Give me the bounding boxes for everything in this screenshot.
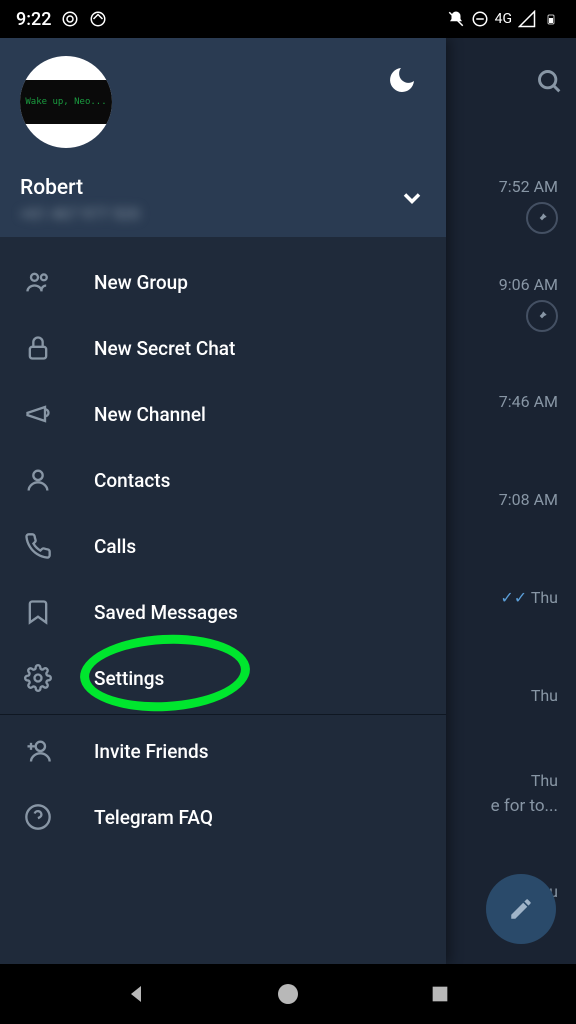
menu-label: Calls (94, 535, 136, 558)
pinned-icon (526, 202, 558, 234)
notifications-off-icon (447, 10, 465, 28)
signal-icon (518, 10, 536, 28)
menu-label: Telegram FAQ (94, 806, 213, 829)
megaphone-icon (24, 400, 52, 428)
user-name: Robert (20, 176, 140, 200)
menu-item-new-channel[interactable]: New Channel (0, 381, 446, 447)
menu-label: Invite Friends (94, 740, 208, 763)
battery-icon (542, 10, 560, 28)
group-icon (24, 268, 52, 296)
avatar[interactable]: Wake up, Neo... (20, 56, 112, 148)
menu-item-saved-messages[interactable]: Saved Messages (0, 579, 446, 645)
menu-item-calls[interactable]: Calls (0, 513, 446, 579)
read-icon: ✓✓ (500, 588, 527, 607)
pinned-icon (526, 300, 558, 332)
chat-time: 7:08 AM (499, 490, 558, 509)
menu-label: Contacts (94, 469, 170, 492)
chevron-down-icon (398, 184, 426, 216)
invite-icon (24, 737, 52, 765)
menu-label: New Channel (94, 403, 206, 426)
chat-row[interactable]: ✓✓ Thu (446, 548, 564, 646)
menu-item-settings[interactable]: Settings (0, 645, 446, 711)
user-phone: +61 467 977 520 (20, 204, 140, 223)
gear-icon (24, 664, 52, 692)
back-button[interactable] (123, 981, 149, 1007)
help-icon (24, 803, 52, 831)
menu-label: New Group (94, 271, 188, 294)
divider (0, 714, 446, 715)
bookmark-icon (24, 598, 52, 626)
chat-time: 7:52 AM (499, 177, 558, 196)
night-mode-icon[interactable] (386, 64, 418, 100)
chat-row[interactable]: 7:08 AM (446, 450, 564, 548)
menu-item-new-secret-chat[interactable]: New Secret Chat (0, 315, 446, 381)
person-icon (24, 466, 52, 494)
lock-icon (24, 334, 52, 362)
drawer-header: Wake up, Neo... Robert +61 467 977 520 (0, 38, 446, 237)
menu-label: Settings (94, 667, 164, 690)
menu-label: New Secret Chat (94, 337, 235, 360)
recents-button[interactable] (427, 981, 453, 1007)
dnd-icon (471, 10, 489, 28)
clock: 9:22 (16, 9, 51, 30)
chat-time: Thu (531, 686, 558, 705)
chat-time: Thu (531, 771, 558, 790)
app-icon-2 (89, 10, 107, 28)
chat-time: 9:06 AM (499, 275, 558, 294)
chat-row[interactable]: Thu (446, 646, 564, 744)
menu-item-invite-friends[interactable]: Invite Friends (0, 718, 446, 784)
chat-time: Thu (531, 588, 558, 607)
phone-icon (24, 532, 52, 560)
chat-row[interactable]: Thu e for to... (446, 744, 564, 842)
status-bar: 9:22 4G (0, 0, 576, 38)
chat-list-background: 7:52 AM 9:06 AM 7:46 AM 7:08 AM ✓✓ Thu T… (446, 38, 576, 964)
menu-item-contacts[interactable]: Contacts (0, 447, 446, 513)
chat-row[interactable]: 9:06 AM (446, 254, 564, 352)
menu-label: Saved Messages (94, 601, 238, 624)
network-label: 4G (495, 11, 512, 27)
chat-time: 7:46 AM (499, 392, 558, 411)
menu-item-faq[interactable]: Telegram FAQ (0, 784, 446, 850)
account-switcher[interactable]: Robert +61 467 977 520 (20, 176, 426, 223)
search-icon[interactable] (536, 68, 564, 96)
avatar-text: Wake up, Neo... (20, 80, 112, 124)
chat-row[interactable]: 7:46 AM (446, 352, 564, 450)
home-button[interactable] (275, 981, 301, 1007)
chat-row[interactable]: 7:52 AM (446, 156, 564, 254)
navigation-drawer: Wake up, Neo... Robert +61 467 977 520 N… (0, 38, 446, 964)
menu-item-new-group[interactable]: New Group (0, 249, 446, 315)
app-icon-1 (61, 10, 79, 28)
chat-preview: e for to... (491, 796, 558, 816)
android-nav-bar (0, 964, 576, 1024)
compose-fab[interactable] (486, 874, 556, 944)
